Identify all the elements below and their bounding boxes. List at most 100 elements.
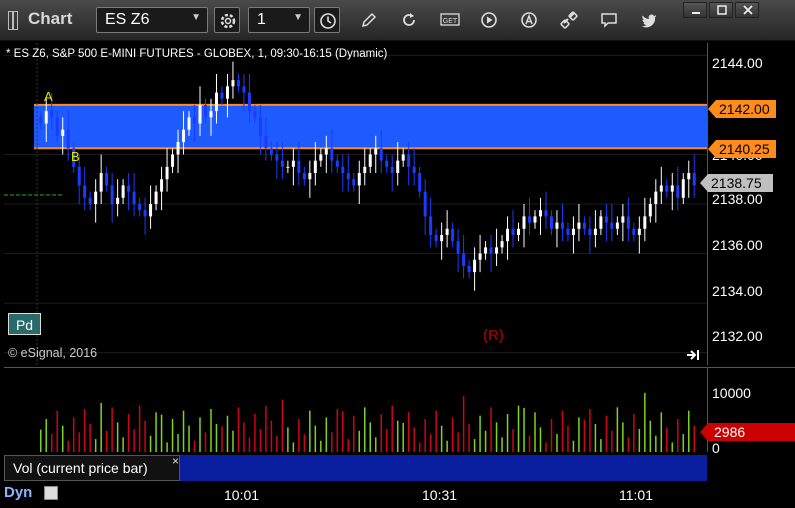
supply-zone: [34, 104, 707, 149]
volume-bar: [287, 427, 289, 452]
volume-bar: [594, 424, 597, 452]
candle-body: [665, 185, 669, 192]
dynamic-mode-label[interactable]: Dyn: [4, 484, 32, 501]
lock-icon[interactable]: [44, 486, 58, 500]
interval-selector[interactable]: 1 ▼: [248, 7, 310, 33]
maximize-button[interactable]: [709, 2, 733, 18]
volume-bar: [254, 414, 256, 452]
candle-body: [582, 222, 586, 229]
candle-body: [445, 228, 449, 235]
twitter-button[interactable]: [636, 7, 662, 33]
candle-body: [297, 160, 301, 174]
candle-body: [374, 148, 378, 155]
volume-bar: [413, 427, 415, 452]
volume-bar: [561, 410, 564, 452]
candle-body: [610, 222, 614, 229]
alert-button[interactable]: [516, 7, 542, 33]
time-tick: 10:01: [224, 487, 260, 503]
chevron-down-icon: ▼: [191, 12, 201, 23]
volume-bar: [45, 419, 47, 452]
volume-bar: [506, 414, 509, 452]
price-axis[interactable]: 2144.00 2140.00 2138.00 2136.00 2134.00 …: [700, 43, 795, 365]
price-chart[interactable]: [4, 43, 707, 365]
refresh-button[interactable]: [396, 7, 422, 33]
volume-bar: [589, 409, 591, 452]
candle-body: [517, 228, 521, 235]
draw-tool-button[interactable]: [356, 7, 382, 33]
volume-bar: [660, 412, 663, 452]
volume-bar: [473, 439, 476, 452]
candle-body: [654, 191, 658, 204]
volume-bar: [331, 432, 333, 452]
candle-body: [275, 154, 279, 161]
candle-body: [138, 204, 142, 211]
comment-button[interactable]: [596, 7, 622, 33]
time-tick: 10:31: [422, 487, 458, 503]
volume-bar: [127, 414, 130, 452]
volume-bar: [155, 412, 157, 452]
candle-body: [423, 191, 427, 217]
close-icon[interactable]: ×: [172, 454, 179, 468]
volume-bar: [116, 422, 119, 452]
volume-bar: [688, 410, 690, 452]
candle-body: [489, 247, 493, 254]
volume-bar: [182, 410, 185, 452]
candle-body: [599, 216, 603, 229]
volume-axis[interactable]: 10000 0 2986: [700, 367, 795, 456]
volume-bar: [248, 437, 251, 452]
close-window-button[interactable]: [735, 2, 759, 18]
scroll-to-end-icon[interactable]: [686, 348, 702, 362]
play-button[interactable]: [476, 7, 502, 33]
volume-bar: [391, 405, 393, 452]
volume-bar: [193, 440, 196, 452]
candle-body: [577, 222, 581, 229]
minimize-button[interactable]: [683, 2, 707, 18]
price-tick: 2134.00: [712, 283, 763, 299]
settings-button[interactable]: [214, 7, 240, 33]
time-template-button[interactable]: [314, 7, 340, 33]
volume-bar: [385, 429, 388, 452]
volume-bar: [627, 437, 630, 452]
volume-bar: [111, 407, 113, 452]
candle-body: [434, 234, 438, 242]
close-icon: [743, 5, 753, 15]
volume-bar: [528, 435, 531, 452]
time-axis[interactable]: 10:01 10:31 11:01: [0, 481, 795, 508]
zone-top-price-label: 2142.00: [708, 100, 776, 118]
volume-chart-svg[interactable]: [4, 368, 707, 452]
candle-body: [242, 86, 246, 93]
candle-body: [632, 228, 636, 235]
candle-body: [379, 148, 383, 161]
volume-panel-tab[interactable]: Vol (current price bar) ×: [4, 454, 180, 481]
pd-button[interactable]: Pd: [8, 313, 41, 335]
volume-bar: [556, 434, 558, 452]
maximize-icon: [717, 5, 727, 15]
candle-body: [467, 265, 471, 273]
candle-body: [681, 179, 685, 198]
zone-bottom-price-label: 2140.25: [708, 140, 776, 158]
link-button[interactable]: [556, 7, 582, 33]
candle-body: [319, 154, 323, 161]
current-volume-label: 2986: [700, 423, 795, 441]
price-tick: 2138.00: [712, 191, 763, 207]
candle-body: [55, 117, 59, 136]
candle-body: [286, 166, 290, 168]
candle-body: [187, 117, 191, 130]
candle-body: [116, 197, 120, 204]
volume-chart[interactable]: [4, 367, 707, 452]
candle-body: [670, 185, 674, 192]
price-chart-svg[interactable]: [4, 43, 707, 365]
volume-bar: [671, 442, 674, 452]
candle-body: [160, 179, 164, 192]
candle-body: [637, 228, 641, 235]
candle-body: [451, 228, 455, 242]
title-bar: Chart ES Z6 ▼ 1 ▼ GET: [0, 0, 795, 41]
candle-body: [511, 228, 515, 235]
volume-bar: [512, 429, 514, 452]
volume-bar: [320, 440, 322, 452]
get-data-button[interactable]: GET: [436, 7, 462, 33]
candle-body: [39, 117, 43, 124]
symbol-selector[interactable]: ES Z6 ▼: [96, 7, 208, 33]
candle-body: [692, 173, 696, 186]
volume-bar: [303, 434, 306, 452]
